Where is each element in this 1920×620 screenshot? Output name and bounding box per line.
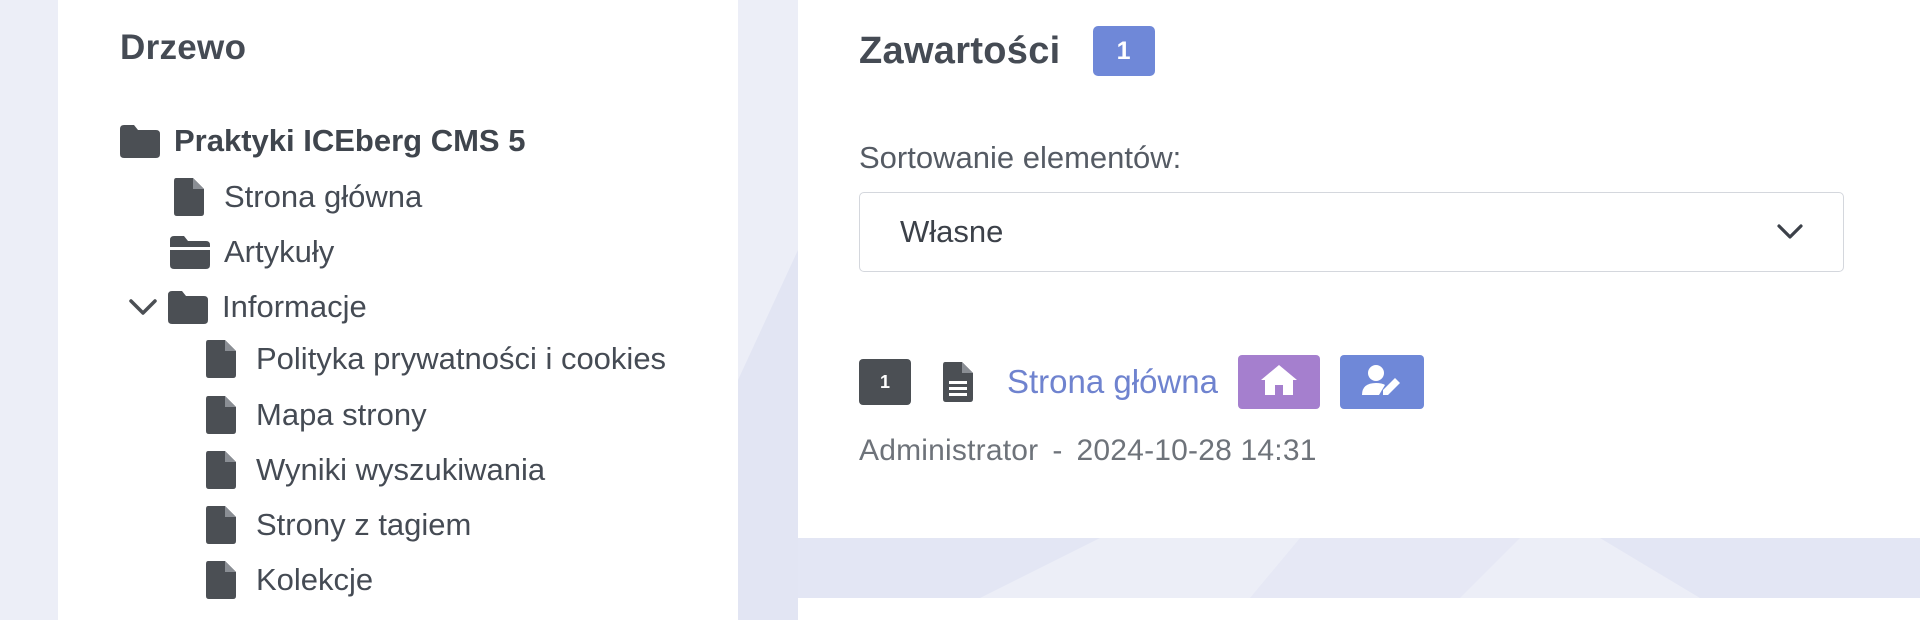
folder-open-icon <box>170 235 210 269</box>
tree-item-label: Mapa strony <box>256 397 427 432</box>
content-item-meta: Administrator -2024-10-28 14:31 <box>859 434 1317 468</box>
tree-title: Drzewo <box>120 28 247 67</box>
tree-item-mapa-strony[interactable]: Mapa strony <box>206 392 427 438</box>
tree-panel: Drzewo Praktyki ICEberg CMS 5 Strona głó… <box>58 0 738 620</box>
contents-count-badge: 1 <box>1092 26 1155 76</box>
contents-title: Zawartości <box>859 29 1061 72</box>
tree-item-label: Strony z tagiem <box>256 507 472 542</box>
chevron-down-icon[interactable] <box>128 296 158 318</box>
item-date: 2024-10-28 14:31 <box>1076 434 1317 467</box>
home-icon <box>1260 364 1298 401</box>
tree-item-label: Praktyki ICEberg CMS 5 <box>174 123 526 158</box>
chevron-down-icon <box>1775 221 1805 243</box>
contents-header: Zawartości 1 <box>859 26 1155 76</box>
tree-item-label: Kolekcje <box>256 562 374 597</box>
tree-item-strona-glowna[interactable]: Strona główna <box>174 174 422 220</box>
tree-item-label: Informacje <box>222 289 367 324</box>
user-edit-icon <box>1361 364 1402 401</box>
file-icon <box>206 340 236 378</box>
file-icon <box>206 451 236 489</box>
tree-item-label: Wyniki wyszukiwania <box>256 452 546 487</box>
file-icon <box>174 178 204 216</box>
sort-select[interactable]: Własne <box>859 192 1844 272</box>
tree-item-informacje[interactable]: Informacje <box>128 284 367 330</box>
edit-user-button[interactable] <box>1339 355 1424 409</box>
content-item-row: 1 Strona główna <box>859 354 1424 410</box>
sort-selected-value: Własne <box>900 214 1004 249</box>
set-homepage-button[interactable] <box>1237 355 1320 409</box>
file-lines-icon <box>943 362 973 402</box>
tree-item-kolekcje[interactable]: Kolekcje <box>206 557 373 603</box>
contents-panel: Zawartości 1 Sortowanie elementów: Własn… <box>798 0 1920 538</box>
file-icon <box>206 561 236 599</box>
folder-icon <box>168 290 208 324</box>
meta-separator: - <box>1052 434 1063 467</box>
tree-item-polityka[interactable]: Polityka prywatności i cookies <box>206 336 666 382</box>
lower-panel <box>798 598 1920 620</box>
file-icon <box>206 396 236 434</box>
tree-item-strony-z-tagiem[interactable]: Strony z tagiem <box>206 502 471 548</box>
folder-icon <box>120 124 160 158</box>
content-item-link[interactable]: Strona główna <box>1007 363 1218 401</box>
tree-item-label: Polityka prywatności i cookies <box>256 341 667 376</box>
position-badge: 1 <box>859 359 911 405</box>
tree-item-wyniki-wyszukiwania[interactable]: Wyniki wyszukiwania <box>206 447 545 493</box>
item-author: Administrator <box>859 434 1039 467</box>
tree-item-artykuly[interactable]: Artykuły <box>170 229 334 275</box>
tree-item-label: Strona główna <box>224 179 423 214</box>
tree-item-root[interactable]: Praktyki ICEberg CMS 5 <box>120 118 525 164</box>
tree-item-label: Artykuły <box>224 234 335 269</box>
sort-label: Sortowanie elementów: <box>859 140 1182 175</box>
file-icon <box>206 506 236 544</box>
